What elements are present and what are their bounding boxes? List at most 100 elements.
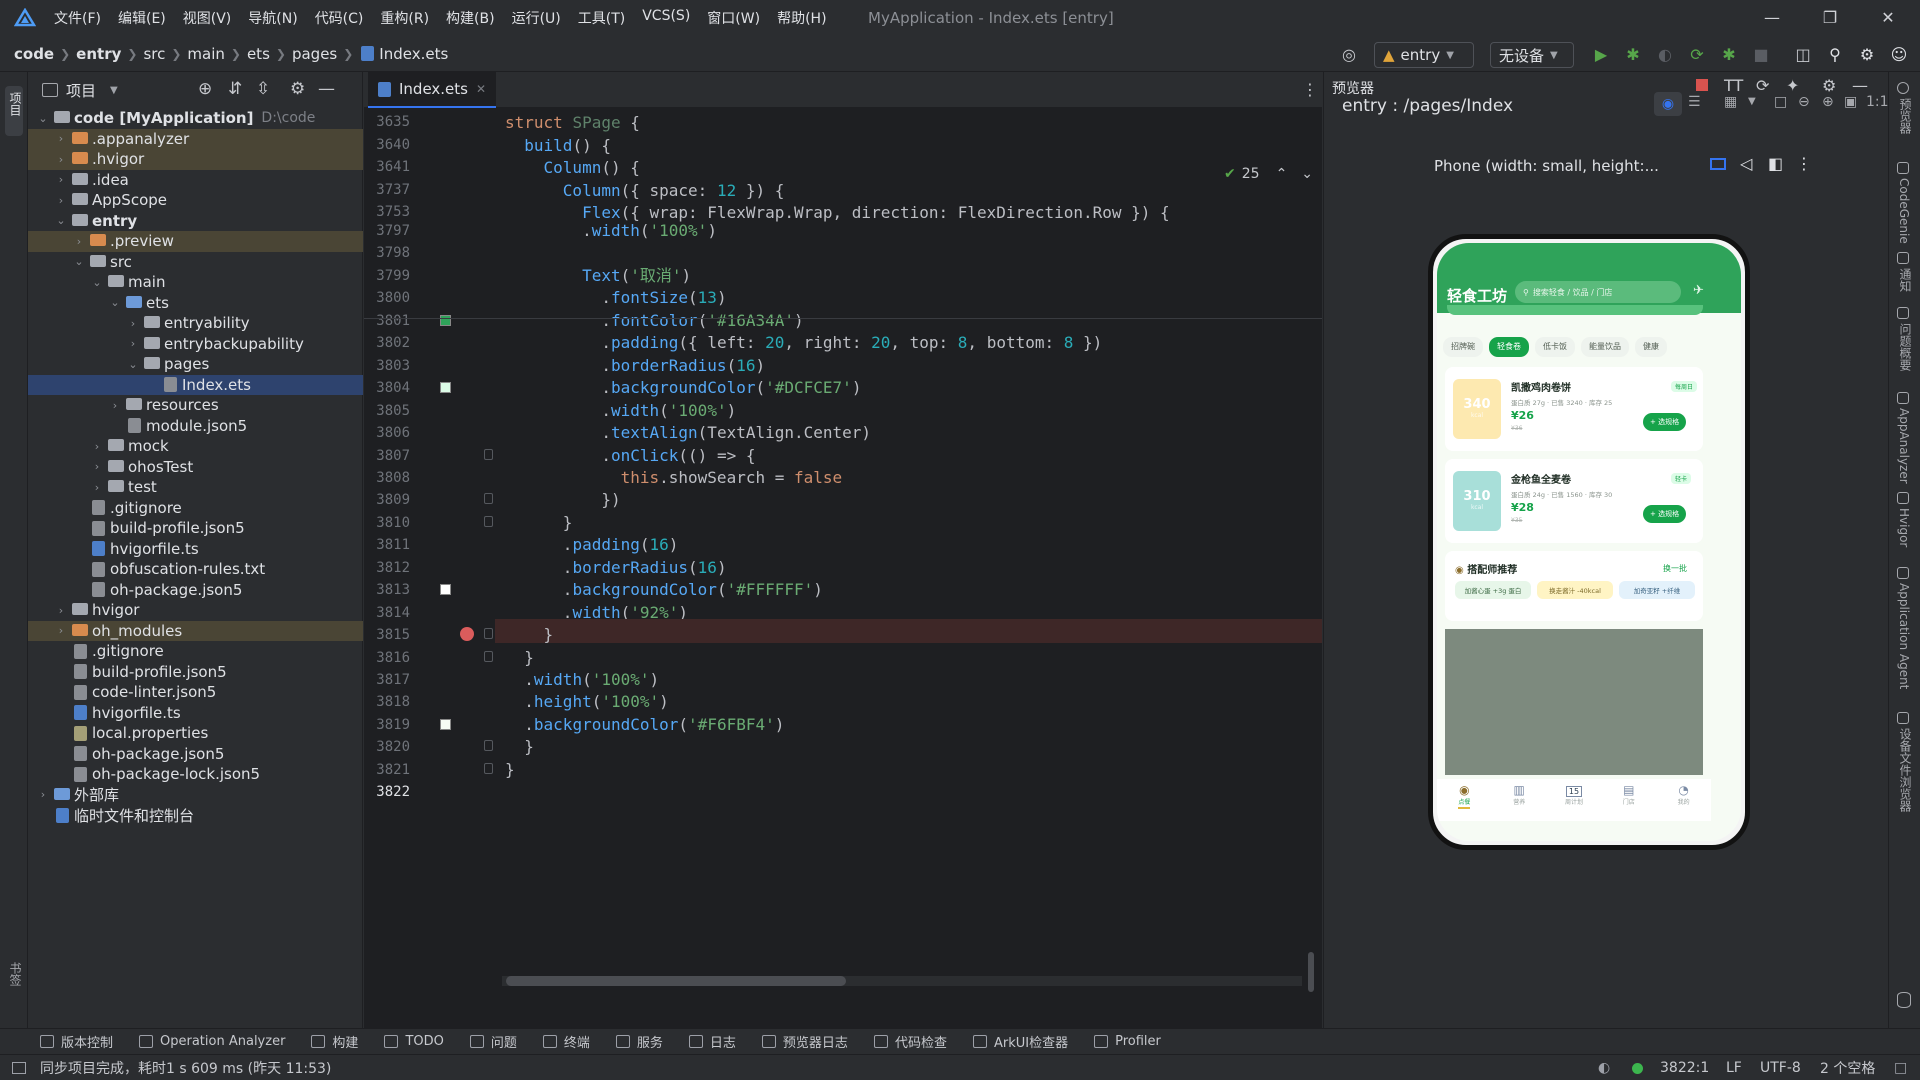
lock-icon[interactable]: □ — [1894, 1060, 1907, 1076]
tree-item[interactable]: oh-package.json5 — [28, 580, 363, 601]
right-tool-button[interactable]: Hvigor — [1895, 492, 1915, 551]
tree-item[interactable]: 临时文件和控制台 — [28, 805, 363, 826]
tool-window-button[interactable]: TODO — [384, 1034, 444, 1049]
tree-item[interactable]: ⌄ entry — [28, 211, 363, 232]
fold-marker-icon[interactable] — [484, 493, 493, 505]
category-tab[interactable]: 低卡饭 — [1535, 337, 1575, 357]
chevron-right-icon[interactable]: › — [36, 788, 50, 801]
hide-panel-icon[interactable]: — — [318, 79, 335, 99]
inspection-widget[interactable]: ✔ 25 ⌃ ⌄ — [1224, 166, 1313, 182]
tree-item[interactable]: › .preview — [28, 231, 363, 252]
fold-device-icon[interactable]: ◧ — [1768, 154, 1783, 173]
chevron-right-icon[interactable]: › — [54, 624, 68, 637]
select-spec-button[interactable]: + 选规格 — [1643, 505, 1687, 523]
locate-icon[interactable]: ⊕ — [198, 79, 212, 99]
tool-window-button[interactable]: Operation Analyzer — [139, 1034, 285, 1049]
app-tab[interactable]: ◉ 点餐 — [1437, 779, 1492, 821]
color-swatch-icon[interactable] — [440, 314, 451, 326]
layers-icon[interactable]: ☰ — [1688, 94, 1701, 110]
chevron-right-icon[interactable]: › — [90, 481, 104, 494]
database-icon[interactable] — [1897, 992, 1911, 1008]
tree-item[interactable]: hvigorfile.ts — [28, 703, 363, 724]
tree-item[interactable]: .gitignore — [28, 498, 363, 519]
profile-icon[interactable]: ✱ — [1718, 43, 1740, 65]
chevron-down-icon[interactable]: ⌄ — [72, 255, 86, 268]
select-spec-button[interactable]: + 选规格 — [1643, 413, 1687, 431]
recommend-chip[interactable]: 加奇亚籽 +纤维 — [1619, 581, 1695, 599]
orientation-icon[interactable] — [1710, 158, 1726, 170]
tree-item[interactable]: local.properties — [28, 723, 363, 744]
chevron-down-icon[interactable]: ▼ — [110, 85, 118, 96]
close-tab-icon[interactable]: ✕ — [476, 82, 486, 96]
category-tab[interactable]: 健康 — [1635, 337, 1667, 357]
tree-item[interactable]: › entrybackupability — [28, 334, 363, 355]
tool-window-button[interactable]: 终端 — [542, 1032, 590, 1051]
menu-item[interactable]: 重构(R) — [380, 8, 429, 28]
menu-item[interactable]: 窗口(W) — [707, 8, 760, 28]
tree-item[interactable]: Index.ets — [28, 374, 363, 395]
tree-item[interactable]: build-profile.json5 — [28, 662, 363, 683]
recommend-chip[interactable]: 加酱心蛋 +3g 蛋白 — [1455, 581, 1531, 599]
chevron-right-icon[interactable]: › — [54, 173, 68, 186]
tool-window-button[interactable]: 问题 — [469, 1032, 517, 1051]
tool-window-button[interactable]: 构建 — [311, 1032, 358, 1051]
stop-icon[interactable]: ■ — [1750, 43, 1772, 65]
tool-window-button[interactable]: Profiler — [1094, 1034, 1161, 1049]
account-icon[interactable]: ☺ — [1888, 43, 1910, 65]
expand-all-icon[interactable]: ⇵ — [228, 79, 242, 99]
chevron-right-icon[interactable]: › — [90, 440, 104, 453]
tree-item[interactable]: module.json5 — [28, 416, 363, 437]
breadcrumb-src[interactable]: src — [143, 45, 165, 63]
tree-item[interactable]: obfuscation-rules.txt — [28, 559, 363, 580]
menu-item[interactable]: 构建(B) — [446, 8, 495, 28]
tree-item[interactable]: ⌄ pages — [28, 354, 363, 375]
chevron-down-icon[interactable]: ⌄ — [36, 112, 50, 125]
recommend-refresh-button[interactable]: 换一批 — [1663, 563, 1687, 574]
run-icon[interactable]: ▶ — [1590, 43, 1612, 65]
menu-item[interactable]: 帮助(H) — [777, 8, 826, 28]
device-manager-icon[interactable]: ◫ — [1792, 43, 1814, 65]
next-highlight-icon[interactable]: ⌄ — [1301, 166, 1313, 182]
attach-debugger-icon[interactable]: ◐ — [1654, 43, 1676, 65]
zoom-in-icon[interactable]: ⊕ — [1822, 94, 1834, 110]
project-panel-title[interactable]: 项目 — [66, 80, 96, 101]
project-tool-button[interactable]: 项目 — [5, 86, 23, 136]
power-save-icon[interactable]: ◐ — [1598, 1060, 1610, 1076]
breakpoint-icon[interactable] — [460, 627, 474, 642]
more-device-icon[interactable]: ⋮ — [1796, 154, 1812, 173]
tool-window-button[interactable]: 预览器日志 — [761, 1032, 848, 1051]
tree-item[interactable]: › 外部库 — [28, 785, 363, 806]
breadcrumb-pages[interactable]: pages — [292, 45, 337, 63]
preview-mode-icon[interactable]: ◉ — [1654, 92, 1682, 116]
chevron-right-icon[interactable]: › — [54, 132, 68, 145]
back-triangle-icon[interactable]: ◁ — [1740, 154, 1752, 173]
maximize-button[interactable]: ❐ — [1818, 6, 1842, 30]
color-swatch-icon[interactable] — [440, 718, 451, 730]
refresh-icon[interactable]: ⟳ — [1756, 76, 1769, 95]
category-tab[interactable]: 轻食卷 — [1489, 337, 1529, 357]
fold-marker-icon[interactable] — [484, 628, 493, 640]
category-tab[interactable]: 招牌碗 — [1443, 337, 1483, 357]
app-tab[interactable]: ▤ 门店 — [1601, 779, 1656, 821]
tool-window-button[interactable]: 服务 — [615, 1032, 663, 1051]
chevron-down-icon[interactable]: ⌄ — [126, 358, 140, 371]
menu-item[interactable]: 视图(V) — [183, 8, 232, 28]
tree-item[interactable]: › AppScope — [28, 190, 363, 211]
chevron-right-icon[interactable]: › — [126, 317, 140, 330]
options-gear-icon[interactable]: ⚙ — [290, 79, 305, 99]
breadcrumb-ets[interactable]: ets — [247, 45, 270, 63]
file-encoding[interactable]: UTF-8 — [1760, 1060, 1801, 1076]
tree-item[interactable]: hvigorfile.ts — [28, 539, 363, 560]
code-line[interactable]: } — [505, 756, 515, 783]
code-line[interactable]: .width('100%') — [505, 217, 717, 244]
tree-item[interactable]: oh-package.json5 — [28, 744, 363, 765]
inspector-icon[interactable]: ✦ — [1786, 76, 1799, 95]
horizontal-scrollbar-thumb[interactable] — [506, 976, 846, 986]
tree-item[interactable]: › .hvigor — [28, 149, 363, 170]
right-tool-button[interactable]: 预览器 — [1895, 82, 1915, 138]
font-size-icon[interactable]: TT — [1724, 76, 1743, 95]
category-tab[interactable]: 能量饮品 — [1581, 337, 1629, 357]
chevron-right-icon[interactable]: › — [54, 194, 68, 207]
right-tool-button[interactable]: CodeGenie — [1895, 162, 1915, 248]
menu-item[interactable]: 文件(F) — [54, 8, 101, 28]
